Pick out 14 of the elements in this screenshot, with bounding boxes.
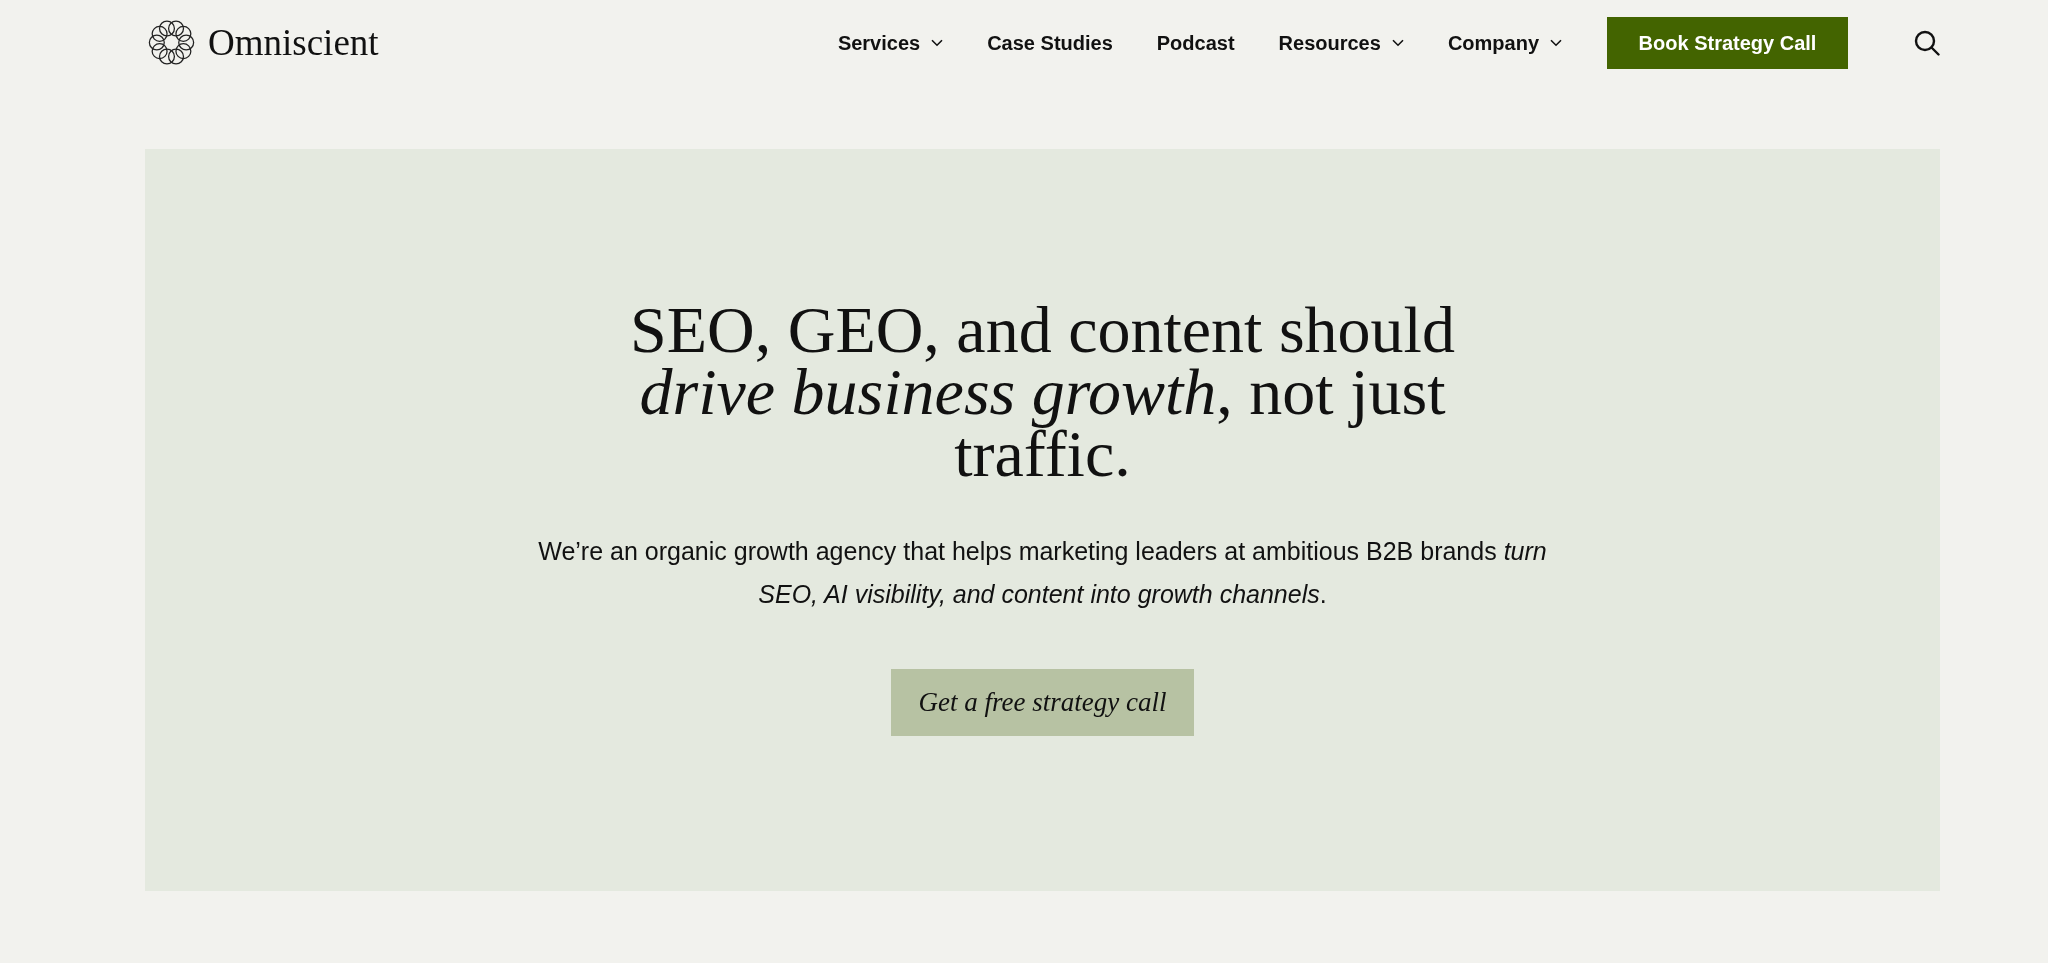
hero-heading: SEO, GEO, and content should drive business growth, not just traffic. bbox=[629, 299, 1456, 485]
nav-link[interactable]: Case Studies bbox=[987, 31, 1113, 55]
strategy-call-button[interactable]: Get a free strategy call bbox=[891, 669, 1194, 736]
logo-wordmark: Omniscient bbox=[208, 24, 379, 61]
nav-link[interactable]: Resources bbox=[1278, 31, 1404, 55]
rosette-logo-icon bbox=[148, 19, 195, 66]
logo-link[interactable]: Omniscient bbox=[148, 19, 379, 66]
nav-link[interactable]: Services bbox=[837, 31, 944, 55]
hero-description: We’re an organic growth agency that helps marketing leaders at ambitious B2B brands turn SEO, AI visibility, and content into growth channels. bbox=[537, 536, 1548, 610]
search-button[interactable] bbox=[1914, 30, 1940, 56]
search-icon bbox=[1914, 30, 1940, 56]
nav-link[interactable]: Podcast bbox=[1156, 31, 1235, 55]
book-call-button[interactable]: Book Strategy Call bbox=[1607, 17, 1848, 69]
nav-link[interactable]: Company bbox=[1447, 31, 1562, 55]
